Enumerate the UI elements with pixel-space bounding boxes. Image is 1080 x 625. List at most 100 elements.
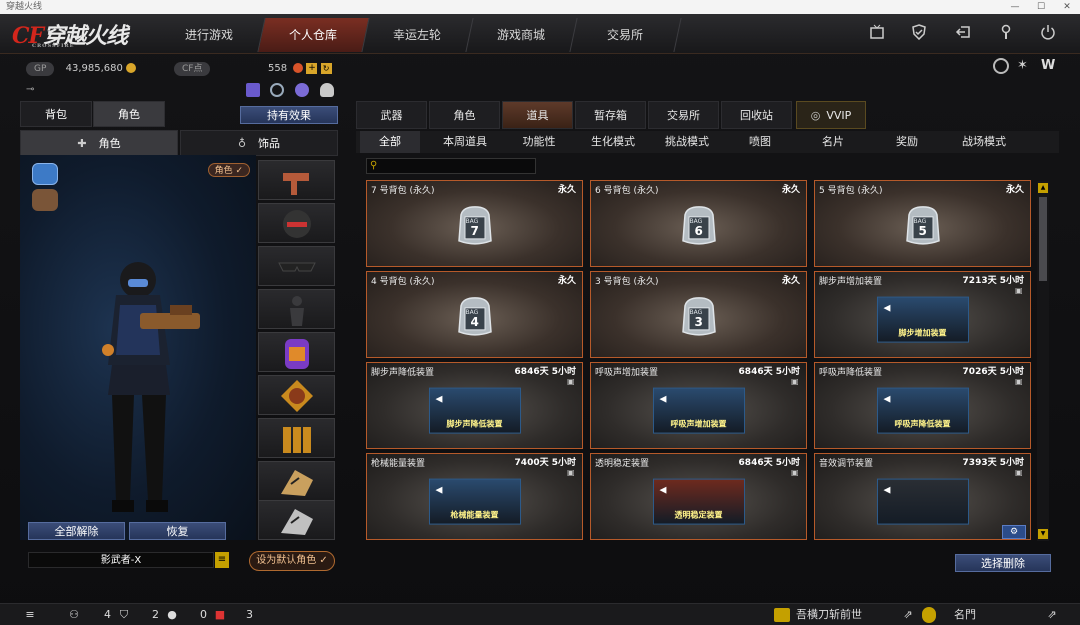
tab-recycle[interactable]: 回收站 — [721, 101, 792, 129]
scroll-up-icon[interactable]: ▲ — [1038, 183, 1048, 193]
nav-warehouse[interactable]: 个人仓库 — [258, 18, 370, 52]
equip-slot-backpack[interactable] — [258, 332, 335, 372]
equip-slot-emblem[interactable] — [258, 375, 335, 415]
equip-slot-glasses[interactable] — [258, 246, 335, 286]
item-card[interactable]: 呼吸声增加装置 6846天 5小时 ▣ ◀ 呼吸声增加装置 — [590, 362, 807, 449]
item-card[interactable]: 音效调节装置 7393天 5小时 ▣ ◀ — [814, 453, 1031, 540]
filter-functional[interactable]: 功能性 — [506, 131, 572, 153]
set-default-character-button[interactable]: 设为默认角色 ✓ — [249, 551, 335, 571]
item-banner-label: 呼吸声降低装置 — [894, 419, 951, 429]
expand-clan-icon[interactable]: ⇗ — [1044, 607, 1060, 623]
gift-box-icon[interactable]: ■ — [212, 607, 228, 623]
tab-weapons[interactable]: 武器 — [356, 101, 427, 129]
trash-icon[interactable]: ▣ — [791, 377, 800, 386]
scroll-thumb[interactable] — [1039, 197, 1047, 281]
item-card[interactable]: 脚步声增加装置 7213天 5小时 ▣ ◀ 脚步增加装置 — [814, 271, 1031, 358]
item-card[interactable]: 7 号背包 (永久) 永久 BAG 7 — [366, 180, 583, 267]
clan-shield-icon[interactable]: ⛉ — [116, 607, 132, 623]
rotate-icon[interactable] — [270, 83, 284, 97]
mouse-icon[interactable] — [320, 83, 334, 97]
nav-play[interactable]: 进行游戏 — [154, 18, 266, 52]
unequip-all-button[interactable]: 全部解除 — [28, 522, 125, 540]
trash-icon[interactable]: ▣ — [567, 468, 576, 477]
filter-all[interactable]: 全部 — [360, 131, 420, 153]
nav-lucky-revolver[interactable]: 幸运左轮 — [362, 18, 474, 52]
equip-slot-spray-silver[interactable] — [258, 500, 335, 540]
magic-icon[interactable]: ✶ — [1017, 58, 1033, 74]
tab-characters[interactable]: 角色 — [429, 101, 500, 129]
subtab-accessory[interactable]: ♁ 饰品 — [180, 130, 338, 156]
nav-exchange[interactable]: 交易所 — [570, 18, 682, 52]
speaker-icon[interactable] — [774, 608, 790, 622]
character-pose-icon[interactable] — [295, 83, 309, 97]
equip-slot-weapon[interactable] — [258, 160, 335, 200]
refresh-icon[interactable]: ↻ — [320, 62, 332, 74]
item-card[interactable]: 3 号背包 (永久) 永久 BAG 3 — [590, 271, 807, 358]
filter-spray[interactable]: 喷图 — [728, 131, 792, 153]
tab-exchange[interactable]: 交易所 — [648, 101, 719, 129]
trash-icon[interactable]: ▣ — [1015, 377, 1024, 386]
party-icon[interactable]: ⚇ — [66, 607, 82, 623]
item-card[interactable]: 呼吸声降低装置 7026天 5小时 ▣ ◀ 呼吸声降低装置 — [814, 362, 1031, 449]
trash-icon[interactable]: ▣ — [791, 468, 800, 477]
globe-icon[interactable] — [993, 58, 1009, 74]
equip-slot-empty[interactable] — [258, 289, 335, 329]
chat-bubble-icon[interactable]: ● — [164, 607, 180, 623]
equip-slot-grenades[interactable] — [258, 418, 335, 458]
item-card[interactable]: 透明稳定装置 6846天 5小时 ▣ ◀ 透明稳定装置 — [590, 453, 807, 540]
expand-chat-icon[interactable]: ⇗ — [900, 607, 916, 623]
tab-character[interactable]: 角色 — [93, 101, 165, 127]
recharge-plus-icon[interactable]: + — [306, 62, 318, 74]
close-button[interactable]: ✕ — [1056, 0, 1078, 14]
subtab-character[interactable]: ✚ 角色 — [20, 130, 178, 156]
item-grid: 7 号背包 (永久) 永久 BAG 7 6 号背包 (永久) 永久 BAG 6 5 号背包 (永… — [363, 178, 1033, 543]
select-delete-button[interactable]: 选择删除 — [955, 554, 1051, 572]
key-icon[interactable]: ⊸ — [26, 84, 34, 95]
gift-icon[interactable] — [246, 83, 260, 97]
search-icon: ⚲ — [370, 160, 378, 171]
settings-gear-icon[interactable]: ⚙ — [1002, 525, 1026, 539]
exit-icon[interactable] — [953, 24, 973, 44]
trash-icon[interactable]: ▣ — [1015, 468, 1024, 477]
tab-backpack[interactable]: 背包 — [20, 101, 92, 127]
search-input[interactable] — [383, 159, 533, 173]
minimize-button[interactable]: — — [1004, 0, 1026, 14]
trash-icon[interactable]: ▣ — [1015, 286, 1024, 295]
scroll-down-icon[interactable]: ▼ — [1038, 529, 1048, 539]
nav-shop[interactable]: 游戏商城 — [466, 18, 578, 52]
list-icon[interactable]: ≡ — [22, 607, 38, 623]
wrench-icon[interactable] — [996, 24, 1016, 44]
equip-slot-helmet[interactable] — [258, 203, 335, 243]
vip-icon[interactable]: W — [1041, 58, 1057, 74]
filter-weekly[interactable]: 本周道具 — [430, 131, 500, 153]
owned-effects-button[interactable]: 持有效果 — [240, 106, 338, 124]
tab-vvip[interactable]: ◎ VVIP — [796, 101, 866, 129]
maximize-button[interactable]: ☐ — [1030, 0, 1052, 14]
item-card[interactable]: 枪械能量装置 7400天 5小时 ▣ ◀ 枪械能量装置 — [366, 453, 583, 540]
filter-reward[interactable]: 奖励 — [874, 131, 940, 153]
equip-slot-spray-gold[interactable] — [258, 461, 335, 501]
item-duration: 6846天 5小时 — [738, 458, 800, 468]
tab-items[interactable]: 道具 — [502, 101, 573, 129]
filter-card[interactable]: 名片 — [800, 131, 866, 153]
character-preview[interactable]: 角色 ✓ — [20, 155, 256, 540]
menu-icon[interactable]: ≡ — [215, 552, 229, 568]
item-card[interactable]: 5 号背包 (永久) 永久 BAG 5 — [814, 180, 1031, 267]
filter-battlefield[interactable]: 战场模式 — [946, 131, 1022, 153]
power-icon[interactable] — [1038, 24, 1058, 44]
restore-button[interactable]: 恢复 — [129, 522, 226, 540]
character-name: 影武者-X — [28, 552, 214, 568]
item-card[interactable]: 4 号背包 (永久) 永久 BAG 4 — [366, 271, 583, 358]
item-scrollbar[interactable]: ▲ ▼ — [1037, 181, 1049, 541]
shield-icon[interactable] — [909, 24, 929, 44]
item-name: 3 号背包 (永久) — [595, 277, 659, 287]
filter-challenge[interactable]: 挑战模式 — [652, 131, 722, 153]
tv-icon[interactable] — [867, 24, 887, 44]
trash-icon[interactable]: ▣ — [567, 377, 576, 386]
item-card[interactable]: 6 号背包 (永久) 永久 BAG 6 — [590, 180, 807, 267]
item-card[interactable]: 脚步声降低装置 6846天 5小时 ▣ ◀ 脚步声降低装置 — [366, 362, 583, 449]
speaker-icon: ◀ — [883, 485, 891, 496]
top-nav: CF穿越火线 CROSSFIRE 进行游戏 个人仓库 幸运左轮 游戏商城 交易所 — [0, 14, 1080, 54]
tab-storage[interactable]: 暂存箱 — [575, 101, 646, 129]
filter-zombie[interactable]: 生化模式 — [578, 131, 648, 153]
